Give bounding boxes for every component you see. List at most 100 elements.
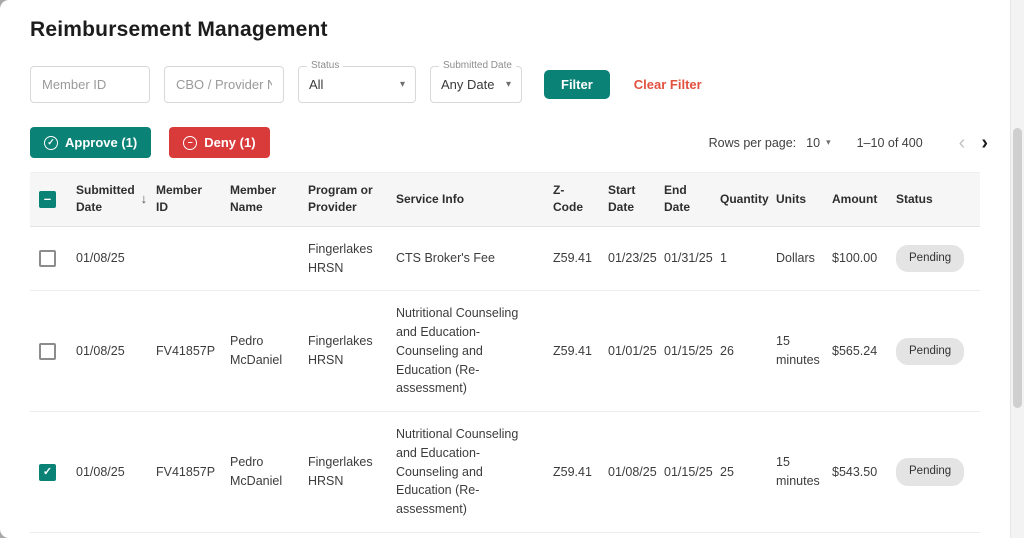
cell-service-info: CTS Broker's Fee [388,226,545,292]
cell-start-date: 01/08/25 [600,411,657,533]
submitted-date-select[interactable]: Submitted Date Any Date ▾ [430,60,522,103]
sort-desc-icon[interactable]: ↓ [141,190,148,209]
status-select-label: Status [307,60,344,71]
approve-button[interactable]: ✓ Approve (1) [30,127,152,158]
cell-start-date: 01/01/25 [600,290,657,413]
cell-z-code: Z13.9 [545,532,600,538]
status-select-value: All [309,77,324,92]
col-program-provider: Program or Provider [300,172,388,227]
check-circle-icon: ✓ [44,135,58,150]
minus-circle-icon: – [183,135,198,150]
col-end-date: End Date [656,172,712,227]
table-row: 01/08/25 Fingerlakes HRSN CTS Broker's F… [30,226,980,292]
clear-filter-link[interactable]: Clear Filter [634,77,702,92]
reimbursements-table: Submitted Date ↓ Member ID Member Name P… [30,172,980,538]
status-badge: Pending [896,458,965,486]
filter-bar: Status All ▾ Submitted Date Any Date ▾ F… [30,60,994,103]
cell-member-name: Cris Giamatteo [222,532,300,538]
cell-submitted-date: 01/08/25 [68,532,148,538]
table-header-row: Submitted Date ↓ Member ID Member Name P… [30,172,980,227]
cell-end-date: 01/08/25 [656,532,712,538]
scrollbar-thumb[interactable] [1013,128,1022,408]
chevron-down-icon: ▾ [505,79,511,90]
cell-z-code: Z59.41 [545,290,600,413]
approve-button-label: Approve (1) [65,135,138,150]
col-service-info: Service Info [388,172,545,227]
row-checkbox[interactable] [39,463,56,481]
cell-z-code: Z59.41 [545,226,600,292]
status-select[interactable]: Status All ▾ [298,60,416,103]
col-z-code: Z-Code [545,172,600,227]
table-body: 01/08/25 Fingerlakes HRSN CTS Broker's F… [30,226,980,538]
col-submitted-date-label: Submitted Date [76,183,135,215]
cell-member-id: MD03112I [148,532,222,538]
submitted-date-select-label: Submitted Date [439,60,516,71]
cell-program-provider [300,532,388,538]
cell-quantity: 25 [712,411,768,533]
deny-button-label: Deny (1) [204,135,256,150]
cell-service-info: Nutritional Counseling and Education-Cou… [388,290,545,413]
cell-z-code: Z59.41 [545,411,600,533]
prev-page-button[interactable]: ‹ [949,133,976,153]
cell-start-date: 01/23/25 [600,226,657,292]
cell-member-id: FV41857P [148,290,222,413]
deny-button[interactable]: – Deny (1) [169,127,270,158]
submitted-date-select-value: Any Date [441,77,495,92]
cell-program-provider: Fingerlakes HRSN [300,226,388,292]
rows-per-page-label: Rows per page: [708,135,797,150]
cell-units: 15 minutes [768,411,824,533]
reimbursement-page: Reimbursement Management Status All ▾ Su… [0,0,1024,538]
status-badge: Pending [896,337,965,365]
next-page-button[interactable]: › [975,133,994,153]
cell-start-date: 01/08/25 [600,532,656,538]
cell-end-date: 01/15/25 [656,290,713,413]
cell-program-provider: Fingerlakes HRSN [300,411,388,533]
cell-member-name: Pedro McDaniel [222,411,300,533]
chevron-down-icon: ▾ [826,137,831,147]
pagination-bar: Rows per page: 10 ▾ 1–10 of 400 ‹ › [709,133,994,153]
cell-member-name [222,226,300,292]
rows-per-page-select[interactable]: 10 ▾ [806,136,830,150]
cell-units: 15 minutes [768,290,824,413]
col-quantity: Quantity [712,172,769,227]
cell-submitted-date: 01/08/25 [68,411,148,533]
cell-member-id [148,226,222,292]
cell-amount: $565.24 [824,290,888,413]
vertical-scrollbar[interactable] [1010,0,1024,538]
cell-service-info: Nutritional Counseling and Education-Cou… [388,411,545,533]
rows-per-page-value: 10 [806,135,821,150]
member-id-input[interactable] [30,66,150,103]
cell-quantity: 26 [712,290,768,413]
col-start-date: Start Date [600,172,656,227]
col-amount: Amount [824,172,888,227]
bulk-actions-bar: ✓ Approve (1) – Deny (1) Rows per page: … [30,127,994,158]
col-member-name: Member Name [222,172,300,227]
cell-amount: $100.00 [824,226,888,292]
cell-quantity: 1 [712,226,768,292]
col-member-id: Member ID [148,172,222,227]
row-checkbox[interactable] [39,250,56,268]
chevron-down-icon: ▾ [399,79,405,90]
select-all-checkbox[interactable] [39,191,56,209]
cell-quantity: 1 [712,532,768,538]
filter-button[interactable]: Filter [544,70,610,99]
table-row: 01/08/25 MD03112I Cris Giamatteo Screeni… [30,532,980,538]
status-badge: Pending [896,244,965,273]
cell-units: 15 minutes [768,532,824,538]
cell-submitted-date: 01/08/25 [68,226,148,292]
col-status: Status [888,172,980,227]
cell-units: Dollars [768,226,824,292]
col-units: Units [768,172,824,227]
cell-amount: $17.50 [824,532,888,538]
col-submitted-date: Submitted Date ↓ [68,172,148,227]
cell-service-info: Screening - All Medicaid Member Screenin… [388,532,545,538]
pagination-range: 1–10 of 400 [856,135,923,150]
cell-amount: $543.50 [824,411,888,533]
cbo-provider-input[interactable] [164,66,284,103]
cell-end-date: 01/15/25 [656,411,713,533]
row-checkbox[interactable] [39,342,56,360]
page-title: Reimbursement Management [30,18,328,41]
cell-member-id: FV41857P [148,411,222,533]
cell-end-date: 01/31/25 [656,226,713,292]
cell-member-name: Pedro McDaniel [222,290,300,413]
